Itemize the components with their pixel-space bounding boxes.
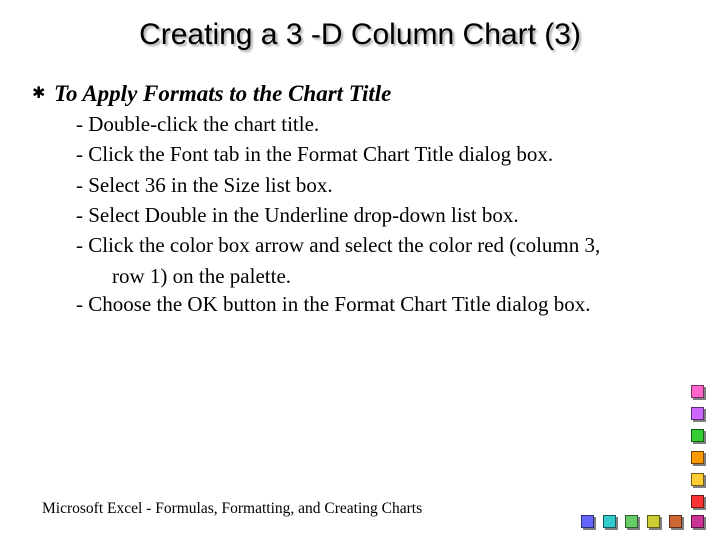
- deco-square-icon: [691, 451, 704, 464]
- deco-square-icon: [691, 495, 704, 508]
- deco-square-icon: [669, 515, 682, 528]
- slide: Creating a 3 -D Column Chart (3) ✱ To Ap…: [0, 0, 720, 540]
- deco-bottom-row: [581, 515, 704, 528]
- step-item: - Select 36 in the Size list box.: [76, 171, 690, 199]
- step-item-wrap: row 1) on the palette.: [76, 262, 690, 290]
- section-heading: To Apply Formats to the Chart Title: [54, 80, 391, 108]
- deco-square-icon: [691, 429, 704, 442]
- deco-square-icon: [691, 473, 704, 486]
- deco-square-icon: [603, 515, 616, 528]
- step-item: - Double-click the chart title.: [76, 110, 690, 138]
- deco-square-icon: [691, 385, 704, 398]
- page-title: Creating a 3 -D Column Chart (3): [30, 18, 690, 52]
- deco-square-icon: [691, 515, 704, 528]
- step-item: - Choose the OK button in the Format Cha…: [76, 290, 690, 318]
- deco-right-column: [691, 385, 704, 508]
- steps-list: - Double-click the chart title. - Click …: [76, 110, 690, 318]
- deco-square-icon: [581, 515, 594, 528]
- deco-square-icon: [691, 407, 704, 420]
- deco-square-icon: [647, 515, 660, 528]
- section-row: ✱ To Apply Formats to the Chart Title: [32, 80, 690, 108]
- step-item: - Click the color box arrow and select t…: [76, 231, 690, 259]
- step-item: - Click the Font tab in the Format Chart…: [76, 140, 690, 168]
- step-item: - Select Double in the Underline drop-do…: [76, 201, 690, 229]
- deco-square-icon: [625, 515, 638, 528]
- footer-text: Microsoft Excel - Formulas, Formatting, …: [42, 500, 422, 518]
- star-icon: ✱: [32, 80, 46, 108]
